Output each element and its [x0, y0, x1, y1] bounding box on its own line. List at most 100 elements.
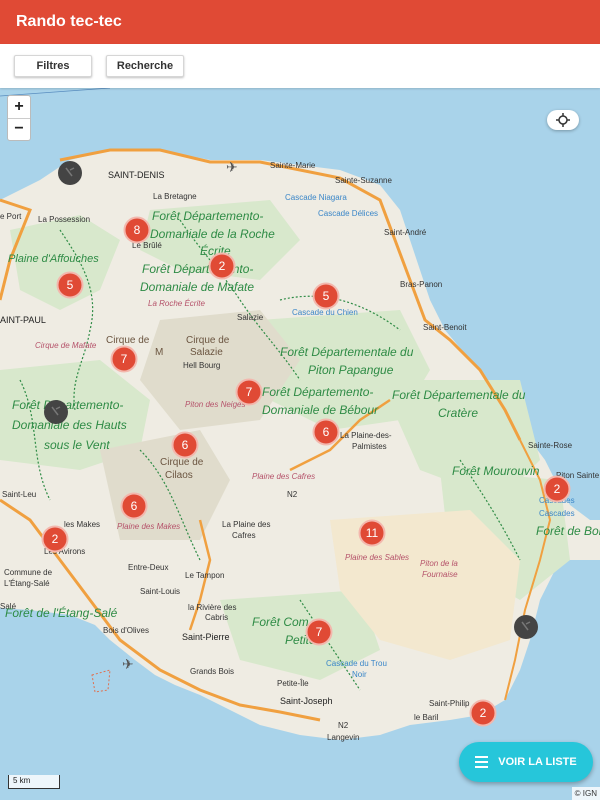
place-saint-philippe: Saint-Philip — [429, 699, 470, 708]
terrain-piton-fournaise-1: Piton de la — [420, 559, 458, 568]
cluster-count: 7 — [246, 385, 253, 399]
forest-cratere-2: Cratère — [438, 406, 478, 420]
place-cirque-mafate-3: M — [155, 347, 163, 358]
water-cascade-niagara: Cascade Niagara — [285, 193, 347, 202]
place-cirque-salazie-1: Cirque de — [186, 335, 230, 346]
place-riviere-2: Cabris — [205, 613, 228, 622]
cluster-marker[interactable]: 7 — [235, 378, 263, 406]
cluster-count: 8 — [134, 223, 141, 237]
cluster-count: 2 — [480, 706, 487, 720]
map[interactable]: SAINT-DENIS Sainte-Marie Sainte-Suzanne … — [0, 88, 600, 800]
place-plaine-cafres-2: Cafres — [232, 531, 256, 540]
terrain-cirque-mafate: Cirque de Mafate — [35, 341, 97, 350]
view-list-button[interactable]: VOIR LA LISTE — [459, 742, 593, 782]
cluster-marker[interactable]: 6 — [312, 418, 340, 446]
place-la-bretagne: La Bretagne — [153, 192, 197, 201]
forest-boi: Forêt de Boi — [536, 524, 600, 538]
water-cascade-trou-noir-2: Noir — [352, 670, 367, 679]
cluster-marker[interactable]: 2 — [543, 475, 571, 503]
place-saint-denis: SAINT-DENIS — [108, 170, 165, 180]
zoom-in-button[interactable]: + — [8, 96, 30, 119]
cluster-marker[interactable]: 2 — [41, 525, 69, 553]
forest-mafate-2: Domaniale de Mafate — [140, 280, 254, 294]
forest-petite-1: Forêt Com — [252, 615, 309, 629]
airport-icon: ✈ — [122, 657, 134, 673]
attribution: © IGN — [571, 787, 600, 800]
place-saint-louis: Saint-Louis — [140, 587, 180, 596]
search-button[interactable]: Recherche — [106, 55, 184, 77]
cluster-count: 11 — [366, 526, 379, 540]
forest-roche-1: Forêt Départemento- — [152, 209, 263, 223]
cluster-marker[interactable]: 6 — [120, 492, 148, 520]
cluster-marker[interactable]: 5 — [56, 271, 84, 299]
cluster-marker[interactable]: 2 — [208, 252, 236, 280]
cluster-marker[interactable]: 7 — [110, 345, 138, 373]
cluster-marker[interactable]: 11 — [358, 519, 386, 547]
place-saint-pierre: Saint-Pierre — [182, 632, 230, 642]
terrain-plaine-cafres: Plaine des Cafres — [252, 472, 315, 481]
place-saint-leu: Saint-Leu — [2, 490, 36, 499]
hiker-marker[interactable] — [58, 161, 82, 185]
forest-bebour-2: Domaniale de Bébour — [262, 403, 379, 417]
zoom-out-button[interactable]: − — [8, 119, 30, 141]
place-saint-joseph: Saint-Joseph — [280, 696, 333, 706]
place-hell-bourg: Hell Bourg — [183, 361, 220, 370]
cluster-count: 6 — [131, 499, 138, 513]
place-sainte-rose: Sainte-Rose — [528, 441, 573, 450]
forest-etang-sale: Forêt de l'Étang-Salé — [5, 605, 118, 620]
app-bar: Rando tec-tec — [0, 0, 600, 44]
place-langevin: Langevin — [327, 733, 359, 742]
place-entre-deux: Entre-Deux — [128, 563, 168, 572]
place-le-tampon: Le Tampon — [185, 571, 224, 580]
filters-button[interactable]: Filtres — [14, 55, 92, 77]
terrain-piton-fournaise-2: Fournaise — [422, 570, 458, 579]
hiker-marker[interactable] — [514, 615, 538, 639]
place-le-port: e Port — [0, 212, 22, 221]
menu-icon — [475, 756, 489, 768]
road-n2-a: N2 — [287, 490, 298, 499]
cluster-marker[interactable]: 2 — [469, 699, 497, 727]
forest-mafate-1: Forêt Départemento- — [142, 262, 253, 276]
crosshair-icon — [556, 113, 570, 127]
cluster-count: 7 — [316, 625, 323, 639]
place-le-baril: le Baril — [414, 713, 439, 722]
place-plaine-palmistes-1: La Plaine-des- — [340, 431, 392, 440]
place-cirque-cilaos-1: Cirque de — [160, 457, 204, 468]
place-cirque-mafate-2: Cirque de — [106, 335, 150, 346]
cluster-marker[interactable]: 5 — [312, 282, 340, 310]
terrain-piton-neiges: Piton des Neiges — [185, 400, 245, 409]
forest-mourouvin: Forêt Mourouvin — [452, 464, 540, 478]
locate-button[interactable] — [547, 110, 579, 130]
place-riviere-1: la Rivière des — [188, 603, 236, 612]
cluster-marker[interactable]: 8 — [123, 216, 151, 244]
app-title: Rando tec-tec — [16, 13, 122, 30]
svg-text:✈: ✈ — [122, 657, 134, 673]
hiker-marker[interactable] — [44, 400, 68, 424]
place-les-makes: les Makes — [64, 520, 100, 529]
view-list-label: VOIR LA LISTE — [498, 756, 577, 768]
forest-papangue-2: Piton Papangue — [308, 363, 394, 377]
place-plaine-affouches: Plaine d'Affouches — [8, 253, 99, 265]
place-petite-ile: Petite-Île — [277, 679, 309, 688]
place-saint-paul: AINT-PAUL — [0, 315, 46, 325]
scale-bar: 5 km — [8, 775, 60, 789]
cluster-marker[interactable]: 6 — [171, 431, 199, 459]
place-cirque-cilaos-2: Cilaos — [165, 470, 193, 481]
cluster-count: 6 — [323, 425, 330, 439]
toolbar: Filtres Recherche — [0, 44, 600, 88]
forest-bebour-1: Forêt Départemento- — [262, 385, 373, 399]
place-la-possession: La Possession — [38, 215, 90, 224]
road-n2-b: N2 — [338, 721, 349, 730]
forest-cratere-1: Forêt Départementale du — [392, 388, 526, 402]
place-commune-etang-sale: Commune de — [4, 568, 53, 577]
place-plaine-palmistes-2: Palmistes — [352, 442, 387, 451]
cluster-marker[interactable]: 7 — [305, 618, 333, 646]
airport-icon: ✈ — [226, 160, 238, 176]
svg-text:✈: ✈ — [226, 160, 238, 176]
place-salazie: Salazie — [237, 313, 264, 322]
place-bras-panon: Bras-Panon — [400, 280, 442, 289]
place-sainte-suzanne: Sainte-Suzanne — [335, 176, 392, 185]
water-cascades-2: Cascades — [539, 509, 575, 518]
place-saint-andre: Saint-André — [384, 228, 427, 237]
place-etang-sale: L'Étang-Salé — [4, 579, 50, 588]
